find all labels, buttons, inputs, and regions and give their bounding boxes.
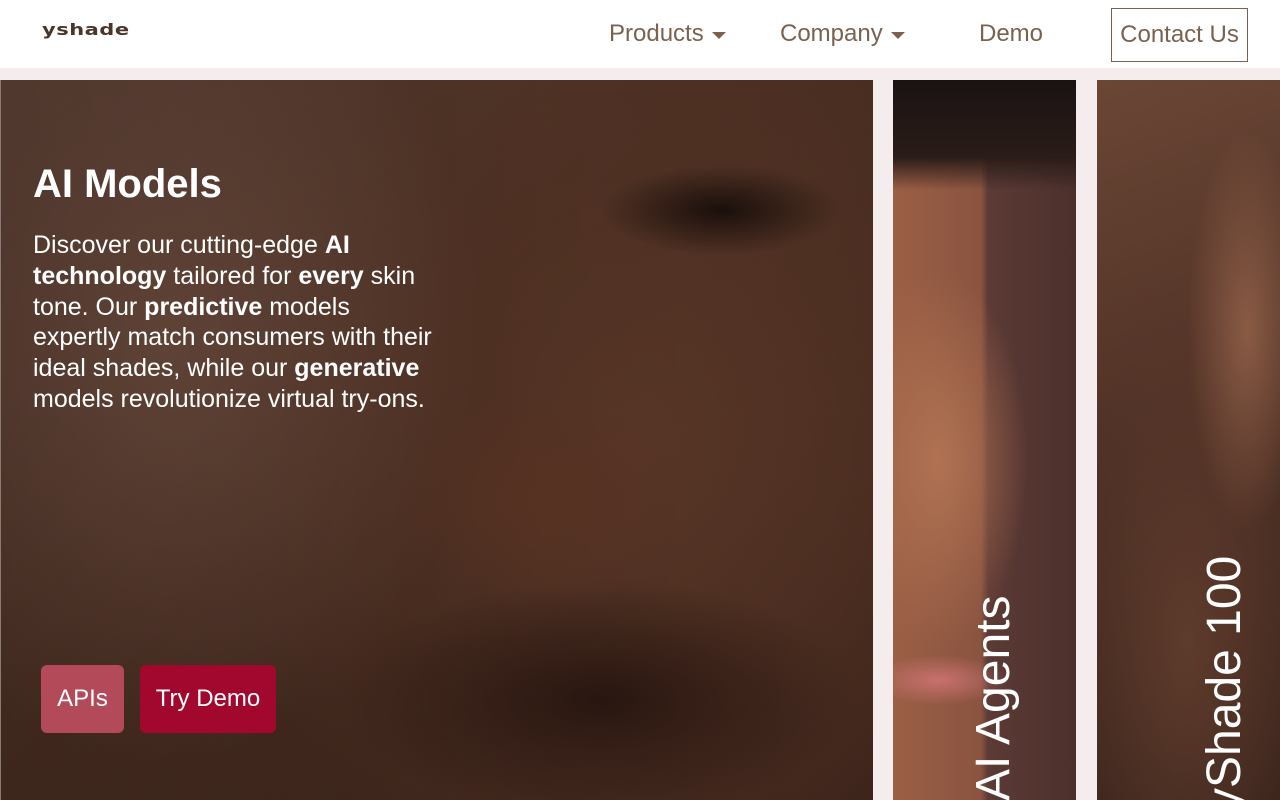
panel-title: AI Models [33,162,222,206]
description-highlight: generative [294,354,420,383]
ai-agents-panel[interactable]: AI Agents [893,80,1076,800]
top-navigation-bar: yshade Products Company Demo Contact Us [0,0,1280,68]
description-text: tailored for [166,261,299,290]
yshade-100-panel[interactable]: yShade 100 [1097,80,1280,800]
nav-company-dropdown[interactable]: Company [780,20,905,48]
yshade-100-label: yShade 100 [1198,555,1251,800]
brand-logo[interactable]: yshade [42,20,130,39]
nav-demo-link[interactable]: Demo [979,20,1043,48]
caret-down-icon [711,31,726,39]
description-text: models revolutionize virtual try-ons. [33,384,425,413]
panel-photo-shade [893,80,1076,190]
apis-button[interactable]: APIs [41,665,124,733]
description-highlight: predictive [144,292,263,321]
nav-products-dropdown[interactable]: Products [609,20,726,48]
try-demo-button[interactable]: Try Demo [140,665,276,733]
ai-models-panel: AI Models Discover our cutting-edge AI t… [0,80,873,800]
contact-us-button[interactable]: Contact Us [1111,8,1248,62]
ai-agents-label: AI Agents [967,595,1020,800]
nav-company-label: Company [780,20,883,47]
caret-down-icon [890,31,905,39]
nav-products-label: Products [609,20,704,47]
description-text: Discover our cutting-edge [33,231,325,259]
description-highlight: every [298,261,364,290]
panel-description: Discover our cutting-edge AI technology … [33,230,433,415]
